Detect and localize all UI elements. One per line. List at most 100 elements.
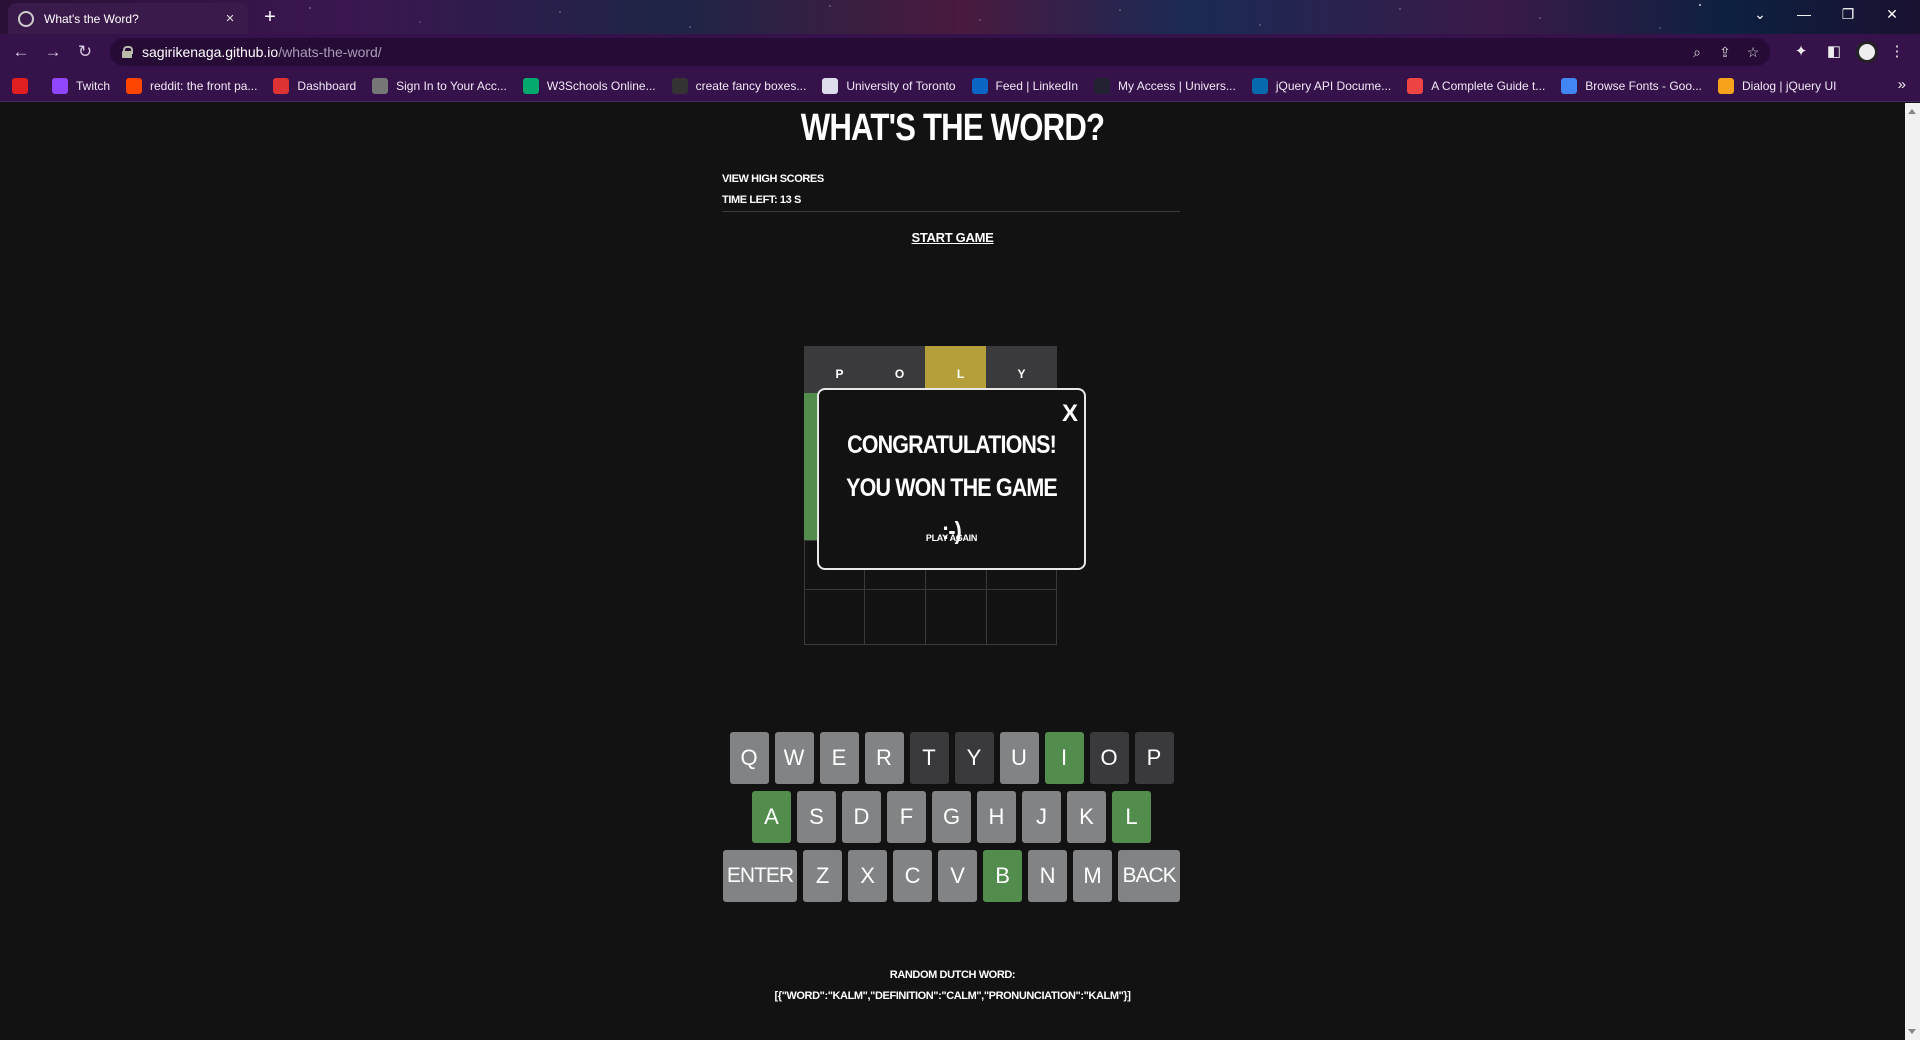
tab-search-icon[interactable]: ⌄ — [1738, 0, 1782, 30]
address-bar[interactable]: sagirikenaga.github.io/whats-the-word/ ⌕… — [110, 38, 1770, 66]
browser-tab[interactable]: What's the Word? × — [8, 3, 248, 34]
browser-tab-strip: What's the Word? × + ⌄ — ❐ ✕ — [0, 0, 1920, 34]
keyboard-row: QWERTYUIOP — [0, 732, 1905, 784]
url-path: /whats-the-word/ — [278, 44, 382, 60]
key-u[interactable]: U — [999, 732, 1039, 784]
key-r[interactable]: R — [864, 732, 904, 784]
key-n[interactable]: N — [1028, 850, 1068, 902]
browser-toolbar: ← → ↻ sagirikenaga.github.io/whats-the-w… — [0, 34, 1920, 70]
key-m[interactable]: M — [1073, 850, 1113, 902]
key-j[interactable]: J — [1022, 791, 1061, 843]
key-b[interactable]: B — [983, 850, 1023, 902]
page-scrollbar[interactable] — [1905, 103, 1920, 1040]
profile-avatar[interactable] — [1856, 41, 1878, 63]
w3schools-icon — [522, 77, 539, 94]
play-again-button[interactable]: Play Again — [819, 533, 1084, 543]
key-q[interactable]: Q — [729, 732, 769, 784]
bookmark-item[interactable]: Sign In to Your Acc... — [372, 77, 507, 94]
bookmark-item[interactable]: Dashboard — [273, 77, 357, 94]
restore-icon[interactable]: ❐ — [1826, 0, 1870, 30]
extensions-icon[interactable]: ✦ — [1787, 37, 1815, 67]
jquery-icon — [1251, 77, 1268, 94]
back-icon[interactable]: ← — [6, 37, 36, 67]
jquery-ui-icon — [1718, 77, 1735, 94]
key-i[interactable]: I — [1044, 732, 1084, 784]
bookmark-label: A Complete Guide t... — [1431, 78, 1546, 93]
bookmark-label: reddit: the front pa... — [150, 78, 258, 93]
key-z[interactable]: Z — [803, 850, 843, 902]
on-screen-keyboard: Q W E R T Y U I O P A S D F G H J K L ENTER Z X C V B N M BACK — [0, 732, 1905, 909]
key-c[interactable]: C — [893, 850, 933, 902]
bookmark-item[interactable]: jQuery API Docume... — [1251, 77, 1392, 94]
share-icon[interactable]: ⇪ — [1713, 41, 1737, 63]
key-d[interactable]: D — [842, 791, 881, 843]
bookmark-label: Dialog | jQuery UI — [1742, 78, 1837, 93]
zoom-icon[interactable]: ⌕ — [1685, 41, 1709, 63]
bookmark-label: jQuery API Docume... — [1275, 78, 1392, 93]
twitch-icon — [52, 77, 68, 94]
start-game-button[interactable]: Start Game — [912, 230, 994, 245]
key-h[interactable]: H — [977, 791, 1016, 843]
view-high-scores-link[interactable]: View High Scores — [722, 169, 1180, 190]
bookmark-item[interactable]: create fancy boxes... — [671, 77, 806, 94]
minimize-icon[interactable]: — — [1782, 0, 1826, 30]
key-s[interactable]: S — [797, 791, 836, 843]
bookmark-label: Dashboard — [297, 78, 357, 93]
keyboard-row: ASDFGHJKL — [0, 791, 1905, 843]
bookmark-label: Browse Fonts - Goo... — [1585, 78, 1703, 93]
forward-icon[interactable]: → — [38, 37, 68, 67]
globe-icon — [372, 77, 389, 94]
side-panel-icon[interactable]: ◧ — [1820, 37, 1848, 67]
key-a[interactable]: A — [752, 791, 791, 843]
bookmark-item[interactable] — [12, 77, 36, 94]
bookmark-label: University of Toronto — [846, 78, 956, 93]
key-p[interactable]: P — [1134, 732, 1174, 784]
random-word-json: [{"word":"kalm","definition":"calm","pro… — [774, 990, 1131, 1002]
scroll-down-icon[interactable] — [1908, 1029, 1916, 1034]
bookmark-item[interactable]: Dialog | jQuery UI — [1718, 77, 1837, 94]
key-v[interactable]: V — [938, 850, 978, 902]
close-window-icon[interactable]: ✕ — [1870, 0, 1914, 30]
bookmark-item[interactable]: My Access | Univers... — [1094, 77, 1236, 94]
key-w[interactable]: W — [774, 732, 814, 784]
lock-icon — [122, 46, 133, 58]
css-tricks-icon — [1407, 77, 1424, 94]
random-word-label: Random Dutch Word: — [889, 969, 1016, 981]
key-x[interactable]: X — [848, 850, 888, 902]
bookmark-item[interactable]: A Complete Guide t... — [1407, 77, 1546, 94]
new-tab-button[interactable]: + — [256, 4, 284, 30]
bookmark-label: Feed | LinkedIn — [995, 78, 1079, 93]
uoft-icon — [822, 77, 839, 94]
key-back[interactable]: BACK — [1118, 850, 1181, 902]
bookmark-label: My Access | Univers... — [1118, 78, 1236, 93]
bookmark-star-icon[interactable]: ☆ — [1741, 41, 1765, 63]
bookmarks-bar: Twitch reddit: the front pa... Dashboard Si… — [0, 70, 1920, 102]
key-g[interactable]: G — [932, 791, 971, 843]
globe-icon — [18, 10, 34, 27]
key-enter[interactable]: ENTER — [722, 850, 798, 902]
key-t[interactable]: T — [909, 732, 949, 784]
bookmark-item[interactable]: Feed | LinkedIn — [971, 77, 1079, 94]
key-o[interactable]: O — [1089, 732, 1129, 784]
win-modal: X Congratulations! You won the game :-) … — [817, 388, 1086, 570]
modal-close-button[interactable]: X — [1062, 400, 1078, 428]
keyboard-row: ENTER Z X C V B N M BACK — [0, 850, 1905, 902]
key-f[interactable]: F — [887, 791, 926, 843]
more-bookmarks-icon[interactable]: » — [1898, 76, 1906, 93]
tab-close-icon[interactable]: × — [222, 10, 238, 27]
bookmark-item[interactable]: reddit: the front pa... — [126, 77, 258, 94]
bookmark-item[interactable]: University of Toronto — [822, 77, 956, 94]
reload-icon[interactable]: ↻ — [70, 37, 100, 67]
tab-title: What's the Word? — [44, 11, 139, 26]
dashboard-icon — [273, 77, 290, 94]
scroll-up-icon[interactable] — [1908, 109, 1916, 114]
time-left: Time left: 13 s — [722, 194, 801, 206]
key-e[interactable]: E — [819, 732, 859, 784]
bookmark-item[interactable]: Twitch — [52, 77, 110, 94]
menu-icon[interactable]: ⋮ — [1883, 37, 1911, 67]
bookmark-item[interactable]: W3Schools Online... — [522, 77, 656, 94]
bookmark-item[interactable]: Browse Fonts - Goo... — [1561, 77, 1703, 94]
key-k[interactable]: K — [1067, 791, 1106, 843]
key-l[interactable]: L — [1112, 791, 1151, 843]
key-y[interactable]: Y — [954, 732, 994, 784]
